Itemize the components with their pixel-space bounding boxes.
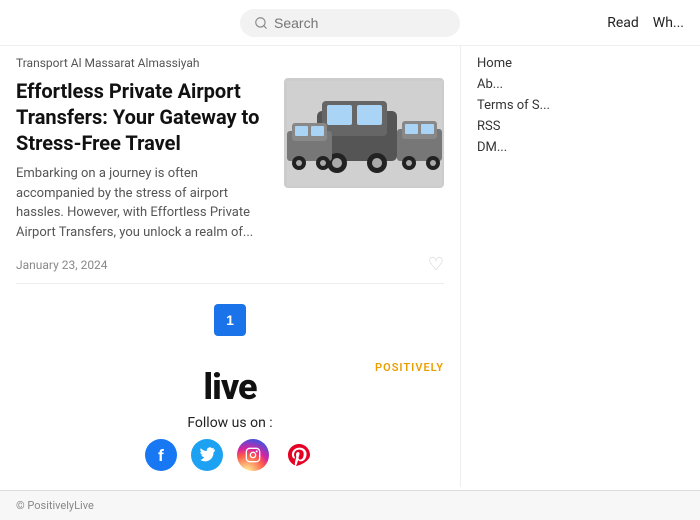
follow-text: Follow us on : [16, 415, 444, 431]
article-image [284, 78, 444, 188]
article-excerpt: Embarking on a journey is often accompan… [16, 164, 268, 242]
footer-bar: © PositivelyLive [0, 490, 700, 520]
breadcrumb: Transport Al Massarat Almassiyah [16, 56, 444, 70]
twitter-icon[interactable] [191, 439, 223, 471]
social-icons: f [16, 439, 444, 471]
sidebar-link-rss[interactable]: RSS [477, 119, 584, 134]
instagram-icon[interactable] [237, 439, 269, 471]
footer-text: © PositivelyLive [16, 499, 94, 512]
divider [16, 283, 444, 284]
facebook-icon[interactable]: f [145, 439, 177, 471]
sidebar-link-home[interactable]: Home [477, 56, 584, 71]
article-card: Effortless Private Airport Transfers: Yo… [16, 78, 444, 242]
search-input[interactable] [274, 15, 446, 31]
nav-read[interactable]: Read [607, 15, 639, 31]
article-text: Effortless Private Airport Transfers: Yo… [16, 78, 268, 242]
nav-wh[interactable]: Wh... [653, 15, 684, 31]
pinterest-icon[interactable] [283, 439, 315, 471]
footer-brand: POSITIVELY live Follow us on : f [16, 352, 444, 477]
right-sidebar: Home Ab... Terms of S... RSS DM... [460, 46, 600, 487]
page-1-button[interactable]: 1 [214, 304, 246, 336]
search-bar[interactable] [240, 9, 460, 37]
main-wrapper: Transport Al Massarat Almassiyah Effortl… [0, 46, 700, 487]
site-header: Read Wh... [0, 0, 700, 46]
sidebar-link-about[interactable]: Ab... [477, 77, 584, 92]
pagination: 1 [16, 304, 444, 336]
article-meta: January 23, 2024 ♡ [16, 254, 444, 275]
like-button[interactable]: ♡ [428, 254, 444, 275]
article-title: Effortless Private Airport Transfers: Yo… [16, 78, 268, 156]
main-content: Transport Al Massarat Almassiyah Effortl… [0, 46, 460, 487]
search-icon [254, 16, 268, 30]
brand-live: live [203, 366, 256, 408]
sidebar-link-dm[interactable]: DM... [477, 140, 584, 155]
sidebar-link-terms[interactable]: Terms of S... [477, 98, 584, 113]
article-date: January 23, 2024 [16, 258, 108, 272]
brand-logo: POSITIVELY live [16, 362, 444, 405]
header-nav: Read Wh... [607, 15, 684, 31]
